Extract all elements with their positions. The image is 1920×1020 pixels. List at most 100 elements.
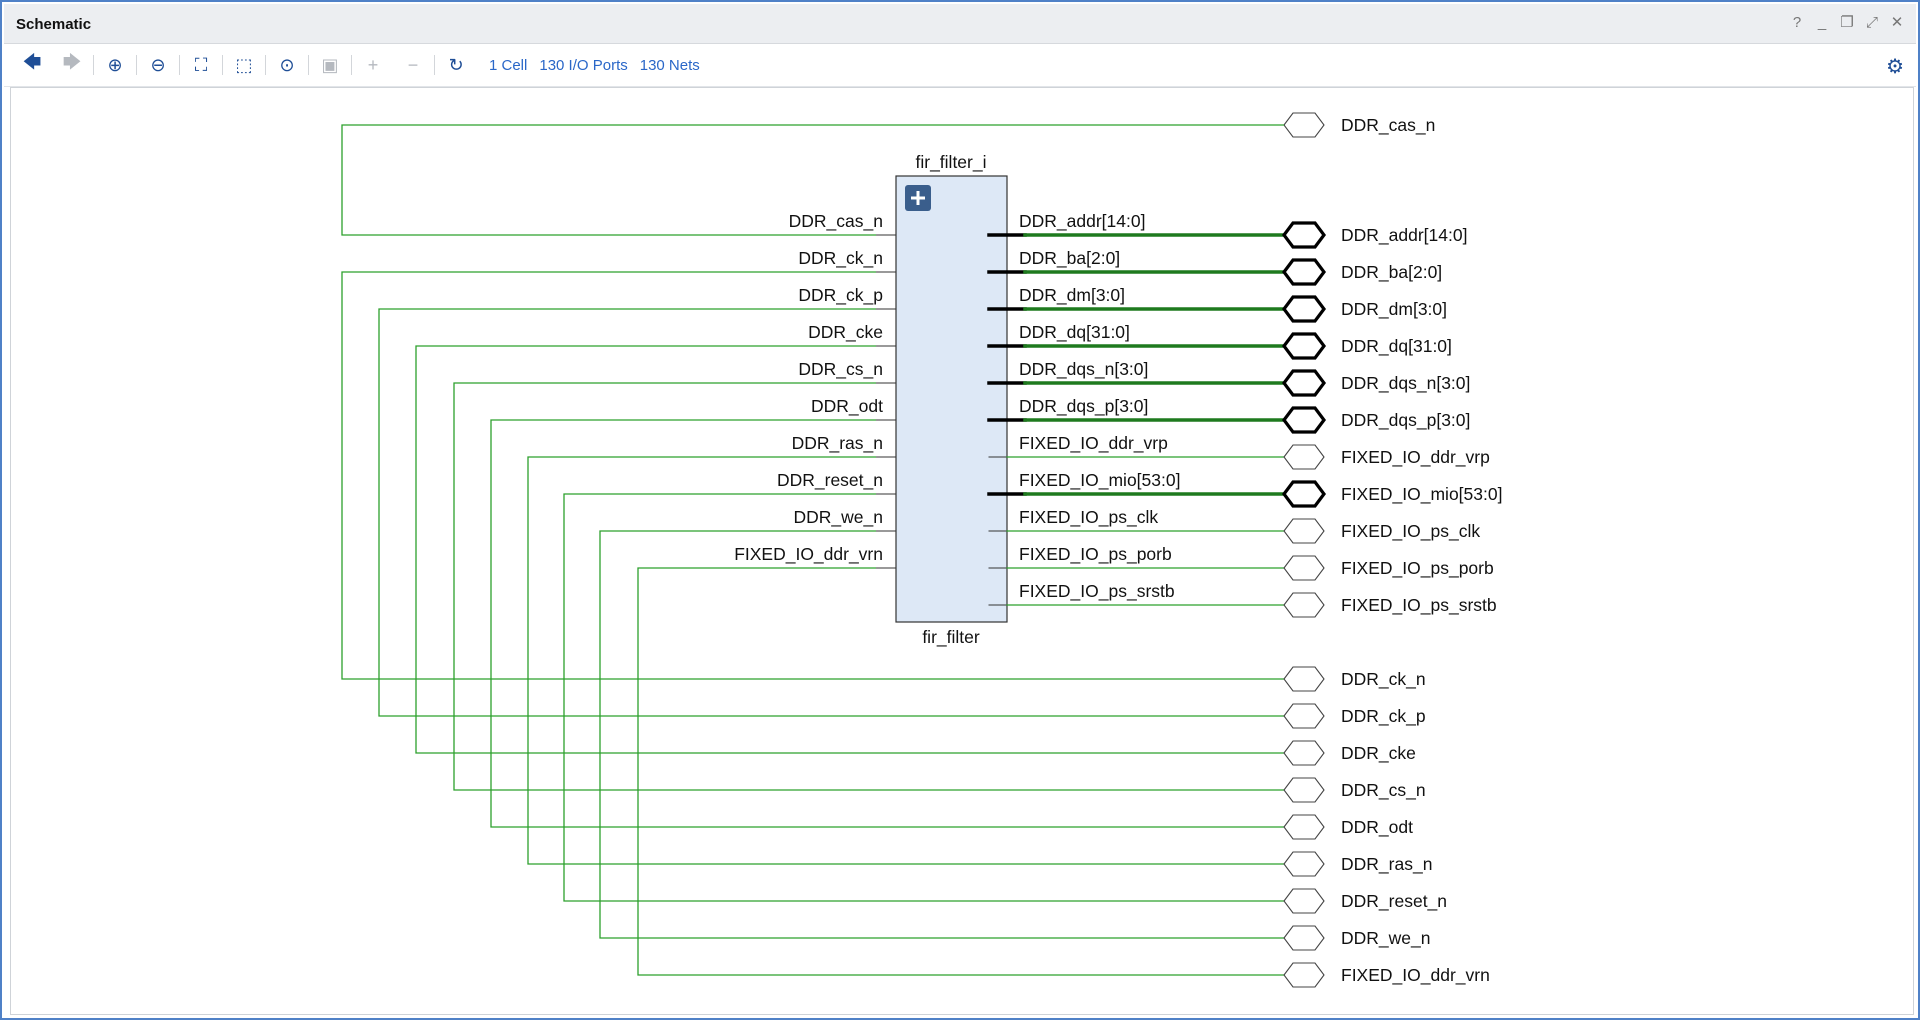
title-bar: Schematic ? _ ❐ ⤢ ✕: [4, 4, 1916, 44]
restore-icon[interactable]: ❐: [1838, 14, 1856, 32]
port-DDR_dqs_p[3:0][interactable]: [1282, 406, 1326, 434]
toolbar-separator: [93, 55, 94, 75]
port-DDR_cke[interactable]: [1283, 740, 1325, 766]
right-pin-label: FIXED_IO_ps_clk: [1019, 507, 1158, 528]
toolbar-separator: [308, 55, 309, 75]
zoom-out-icon: ⊖: [150, 54, 166, 75]
right-pin-label: FIXED_IO_mio[53:0]: [1019, 470, 1180, 491]
chip-icon: ▣: [321, 54, 339, 75]
toolbar-separator: [434, 55, 435, 75]
float-icon[interactable]: ⤢: [1863, 14, 1881, 32]
port-DDR_ck_p[interactable]: [1283, 703, 1325, 729]
autofit-selection-button[interactable]: ⊙: [267, 45, 307, 85]
port-label: FIXED_IO_ps_porb: [1341, 558, 1494, 579]
fit-icon: ⛶: [194, 54, 208, 75]
minimize-icon[interactable]: _: [1813, 14, 1831, 32]
schematic-window: Schematic ? _ ❐ ⤢ ✕ 🡄 🡆 ⊕ ⊖ ⛶ ⬚ ⊙ ▣ + − ↻ 1 Cell 1…: [0, 0, 1920, 1020]
left-pin-label: DDR_we_n: [794, 507, 883, 528]
cells-link[interactable]: 1 Cell: [489, 57, 527, 74]
port-DDR_ba[2:0][interactable]: [1282, 258, 1326, 286]
right-pin-label: FIXED_IO_ps_srstb: [1019, 581, 1175, 602]
crosshair-icon: ⊙: [279, 54, 295, 75]
port-FIXED_IO_ddr_vrn[interactable]: [1283, 962, 1325, 988]
forward-button[interactable]: 🡆: [52, 45, 92, 85]
window-controls: ? _ ❐ ⤢ ✕: [1788, 14, 1906, 32]
port-DDR_ras_n[interactable]: [1283, 851, 1325, 877]
zoom-in-button[interactable]: ⊕: [95, 45, 135, 85]
toolbar-separator: [351, 55, 352, 75]
right-pin-label: DDR_dq[31:0]: [1019, 322, 1130, 343]
port-label: DDR_dm[3:0]: [1341, 299, 1447, 320]
gear-icon[interactable]: ⚙: [1886, 54, 1904, 79]
port-DDR_ck_n[interactable]: [1283, 666, 1325, 692]
close-icon[interactable]: ✕: [1888, 14, 1906, 32]
plus-icon: +: [367, 54, 379, 75]
cell-type-label: fir_filter: [922, 627, 980, 648]
port-label: FIXED_IO_ps_srstb: [1341, 595, 1497, 616]
left-pin-label: DDR_cs_n: [798, 359, 883, 380]
port-DDR_dqs_n[3:0][interactable]: [1282, 369, 1326, 397]
regenerate-button[interactable]: ▣: [310, 45, 350, 85]
nets-link[interactable]: 130 Nets: [640, 57, 700, 74]
left-pin-label: DDR_ck_p: [798, 285, 883, 306]
port-DDR_addr[14:0][interactable]: [1282, 221, 1326, 249]
port-DDR_we_n[interactable]: [1283, 925, 1325, 951]
port-FIXED_IO_ddr_vrp[interactable]: [1283, 444, 1325, 470]
port-label: DDR_cas_n: [1341, 115, 1435, 136]
port-DDR_reset_n[interactable]: [1283, 888, 1325, 914]
toolbar-separator: [265, 55, 266, 75]
port-label: FIXED_IO_ddr_vrp: [1341, 447, 1490, 468]
left-pin-label: DDR_ck_n: [798, 248, 883, 269]
port-FIXED_IO_ps_srstb[interactable]: [1283, 592, 1325, 618]
port-label: FIXED_IO_mio[53:0]: [1341, 484, 1502, 505]
toolbar-separator: [136, 55, 137, 75]
port-DDR_dq[31:0][interactable]: [1282, 332, 1326, 360]
zoom-area-icon: ⬚: [235, 54, 253, 75]
right-pin-label: DDR_dqs_n[3:0]: [1019, 359, 1148, 380]
port-DDR_odt[interactable]: [1283, 814, 1325, 840]
schematic-diagram[interactable]: fir_filter_i fir_filter DDR_cas_n DDR_cas_n…: [11, 88, 1913, 1014]
collapse-button[interactable]: −: [393, 45, 433, 85]
instance-name: fir_filter_i: [916, 152, 987, 173]
port-label: FIXED_IO_ps_clk: [1341, 521, 1480, 542]
right-pin-label: DDR_addr[14:0]: [1019, 211, 1145, 232]
zoom-area-button[interactable]: ⬚: [224, 45, 264, 85]
refresh-icon: ↻: [448, 54, 464, 75]
port-FIXED_IO_mio[53:0][interactable]: [1282, 480, 1326, 508]
left-pin-label: FIXED_IO_ddr_vrn: [734, 544, 883, 565]
arrow-left-icon: 🡄: [22, 52, 42, 72]
right-pin-label: DDR_dqs_p[3:0]: [1019, 396, 1148, 417]
port-FIXED_IO_ps_porb[interactable]: [1283, 555, 1325, 581]
left-pin-label: DDR_odt: [811, 396, 883, 417]
left-pin-label: DDR_cke: [808, 322, 883, 343]
port-label: DDR_cke: [1341, 743, 1416, 764]
port-label: DDR_we_n: [1341, 928, 1430, 949]
schematic-canvas[interactable]: fir_filter_i fir_filter DDR_cas_n DDR_cas_n…: [10, 87, 1914, 1015]
arrow-right-icon: 🡆: [62, 52, 82, 72]
toolbar-separator: [179, 55, 180, 75]
right-pin-label: FIXED_IO_ddr_vrp: [1019, 433, 1168, 454]
port-FIXED_IO_ps_clk[interactable]: [1283, 518, 1325, 544]
port-DDR_cas_n[interactable]: [1283, 112, 1325, 138]
back-button[interactable]: 🡄: [12, 45, 52, 85]
port-label: DDR_ck_p: [1341, 706, 1426, 727]
port-label: DDR_ck_n: [1341, 669, 1426, 690]
port-label: FIXED_IO_ddr_vrn: [1341, 965, 1490, 986]
right-pin-label: DDR_ba[2:0]: [1019, 248, 1120, 269]
ports-link[interactable]: 130 I/O Ports: [539, 57, 627, 74]
port-label: DDR_reset_n: [1341, 891, 1447, 912]
port-label: DDR_dqs_n[3:0]: [1341, 373, 1470, 394]
zoom-out-button[interactable]: ⊖: [138, 45, 178, 85]
reload-button[interactable]: ↻: [436, 45, 476, 85]
minus-icon: −: [407, 54, 419, 75]
help-icon[interactable]: ?: [1788, 14, 1806, 32]
right-pin-label: DDR_dm[3:0]: [1019, 285, 1125, 306]
left-pin-label: DDR_cas_n: [789, 211, 883, 232]
port-label: DDR_addr[14:0]: [1341, 225, 1467, 246]
port-DDR_dm[3:0][interactable]: [1282, 295, 1326, 323]
zoom-fit-button[interactable]: ⛶: [181, 45, 221, 85]
expand-button[interactable]: +: [353, 45, 393, 85]
port-DDR_cs_n[interactable]: [1283, 777, 1325, 803]
toolbar-separator: [222, 55, 223, 75]
fir-filter-cell[interactable]: [895, 175, 1008, 623]
